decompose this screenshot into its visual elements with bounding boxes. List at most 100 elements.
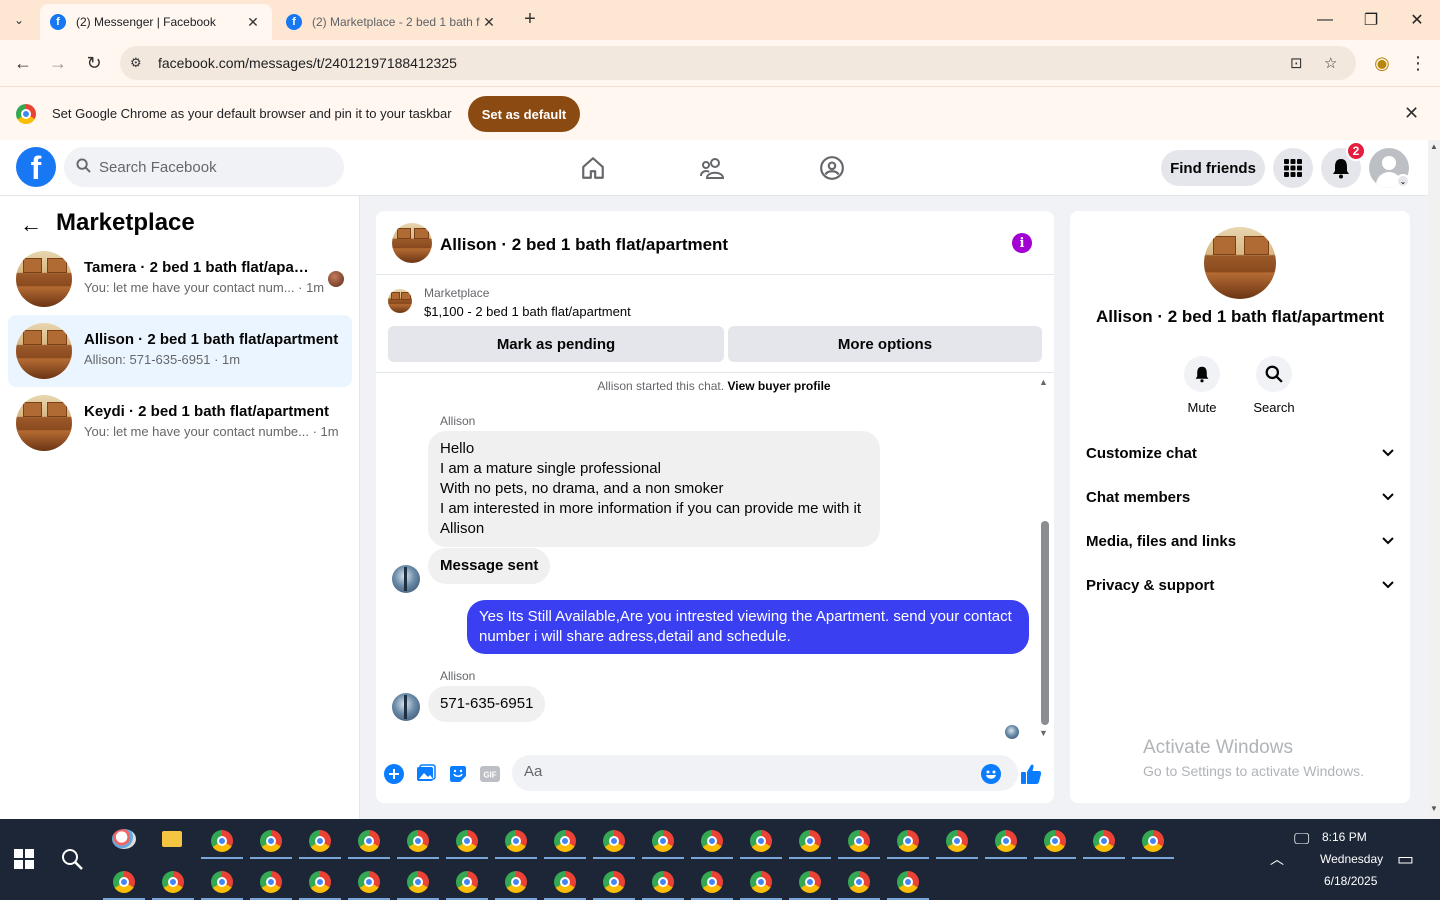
photo-icon[interactable] [415,763,437,785]
search-action[interactable]: Search [1244,356,1304,415]
infobar-close-icon[interactable]: ✕ [1404,103,1419,124]
add-plus-icon[interactable] [383,763,405,785]
chat-title[interactable]: Allison · 2 bed 1 bath flat/apartment [440,235,728,255]
chrome-taskbar-icon[interactable] [505,830,527,852]
chrome-menu-icon[interactable]: ⋮ [1403,48,1433,78]
chrome-taskbar-icon[interactable] [162,871,184,893]
listing-price-title[interactable]: $1,100 - 2 bed 1 bath flat/apartment [424,304,631,319]
message-input-box[interactable] [512,755,1018,791]
conversation-item[interactable]: Allison · 2 bed 1 bath flat/apartment Al… [8,315,352,387]
sticker-icon[interactable] [447,763,469,785]
install-app-icon[interactable]: ⊡ [1290,54,1303,72]
clock-time[interactable]: 8:16 PM [1322,830,1367,844]
chrome-taskbar-icon[interactable] [750,871,772,893]
back-button[interactable]: ← [8,48,38,78]
conversation-info-icon[interactable]: i [1012,233,1032,253]
search-input[interactable] [99,158,319,176]
network-icon[interactable]: 🖵 [1294,831,1309,849]
chrome-taskbar-icon[interactable] [456,871,478,893]
page-scrollbar[interactable]: ▲ ▼ [1428,140,1440,819]
chrome-taskbar-icon[interactable] [701,830,723,852]
minimize-button[interactable]: — [1302,0,1348,40]
chrome-taskbar-icon[interactable] [848,830,870,852]
menu-grid-icon[interactable] [1273,148,1313,188]
scroll-up-arrow-icon[interactable]: ▲ [1039,377,1048,387]
chrome-taskbar-icon[interactable] [897,830,919,852]
chrome-taskbar-icon[interactable] [995,830,1017,852]
account-chevron-icon[interactable]: ⌄ [1396,174,1410,188]
close-tab-icon[interactable]: ✕ [480,14,498,31]
chrome-taskbar-icon[interactable] [113,871,135,893]
taskbar-search-icon[interactable] [60,847,84,871]
chrome-taskbar-icon[interactable] [799,871,821,893]
chrome-taskbar-icon[interactable] [554,871,576,893]
new-tab-button[interactable]: + [518,8,542,31]
windows-start-icon[interactable] [14,849,34,869]
chrome-taskbar-icon[interactable] [603,871,625,893]
chrome-taskbar-icon[interactable] [309,871,331,893]
chrome-taskbar-icon[interactable] [652,871,674,893]
more-options-button[interactable]: More options [728,326,1042,362]
maximize-button[interactable]: ❐ [1348,0,1394,40]
chrome-taskbar-icon[interactable] [407,871,429,893]
chrome-taskbar-icon[interactable] [701,871,723,893]
groups-icon[interactable] [816,152,848,184]
chrome-taskbar-icon[interactable] [652,830,674,852]
chrome-taskbar-icon[interactable] [358,871,380,893]
media-files-links-section[interactable]: Media, files and links [1086,529,1394,553]
home-icon[interactable] [577,152,609,184]
clock-date[interactable]: 6/18/2025 [1324,874,1377,888]
omnibox[interactable]: ⚙ facebook.com/messages/t/24012197188412… [120,46,1356,80]
listing-thumbnail[interactable] [1204,227,1276,299]
site-info-icon[interactable]: ⚙ [130,55,146,71]
message-input[interactable] [524,763,964,780]
profile-icon[interactable]: ◉ [1367,48,1397,78]
paint-app-icon[interactable] [112,829,136,849]
customize-chat-section[interactable]: Customize chat [1086,441,1394,465]
chrome-taskbar-icon[interactable] [750,830,772,852]
tray-chevron-up-icon[interactable]: ︿ [1270,849,1284,869]
tab-messenger[interactable]: f (2) Messenger | Facebook ✕ [40,4,272,40]
chrome-taskbar-icon[interactable] [211,830,233,852]
facebook-search[interactable] [64,147,344,187]
chrome-taskbar-icon[interactable] [946,830,968,852]
chat-members-section[interactable]: Chat members [1086,485,1394,509]
chrome-taskbar-icon[interactable] [358,830,380,852]
scroll-down-arrow-icon[interactable]: ▼ [1430,804,1438,813]
chat-scrollbar-thumb[interactable] [1041,521,1049,725]
url-text[interactable]: facebook.com/messages/t/2401219718841232… [158,55,457,71]
chrome-taskbar-icon[interactable] [260,871,282,893]
chrome-taskbar-icon[interactable] [1044,830,1066,852]
set-as-default-button[interactable]: Set as default [468,96,580,132]
tab-marketplace[interactable]: f (2) Marketplace - 2 bed 1 bath f ✕ [276,4,508,40]
chrome-taskbar-icon[interactable] [1142,830,1164,852]
listing-thumbnail[interactable] [392,223,432,263]
conversation-item[interactable]: Tamera · 2 bed 1 bath flat/apart... You:… [8,243,352,315]
chrome-taskbar-icon[interactable] [1093,830,1115,852]
mute-action[interactable]: Mute [1172,356,1232,415]
scroll-down-arrow-icon[interactable]: ▼ [1039,728,1048,738]
scroll-up-arrow-icon[interactable]: ▲ [1430,142,1438,151]
reload-button[interactable]: ↻ [79,48,109,78]
file-explorer-icon[interactable] [162,831,182,847]
forward-button[interactable]: → [43,48,73,78]
mark-as-pending-button[interactable]: Mark as pending [388,326,724,362]
thumbs-up-icon[interactable] [1020,763,1042,785]
chrome-taskbar-icon[interactable] [260,830,282,852]
facebook-logo-icon[interactable]: f [16,147,56,187]
chrome-taskbar-icon[interactable] [505,871,527,893]
chrome-taskbar-icon[interactable] [554,830,576,852]
sender-avatar[interactable] [392,693,420,721]
bell-icon[interactable] [1184,356,1220,392]
notification-center-icon[interactable]: ▭ [1397,849,1414,870]
chrome-taskbar-icon[interactable] [309,830,331,852]
chrome-taskbar-icon[interactable] [848,871,870,893]
chrome-taskbar-icon[interactable] [456,830,478,852]
chrome-taskbar-icon[interactable] [897,871,919,893]
find-friends-button[interactable]: Find friends [1161,150,1265,186]
close-window-button[interactable]: ✕ [1394,0,1440,40]
privacy-support-section[interactable]: Privacy & support [1086,573,1394,597]
clock-day[interactable]: Wednesday [1320,852,1383,866]
tab-search-chevron-icon[interactable]: ⌄ [6,8,32,32]
search-icon[interactable] [1256,356,1292,392]
